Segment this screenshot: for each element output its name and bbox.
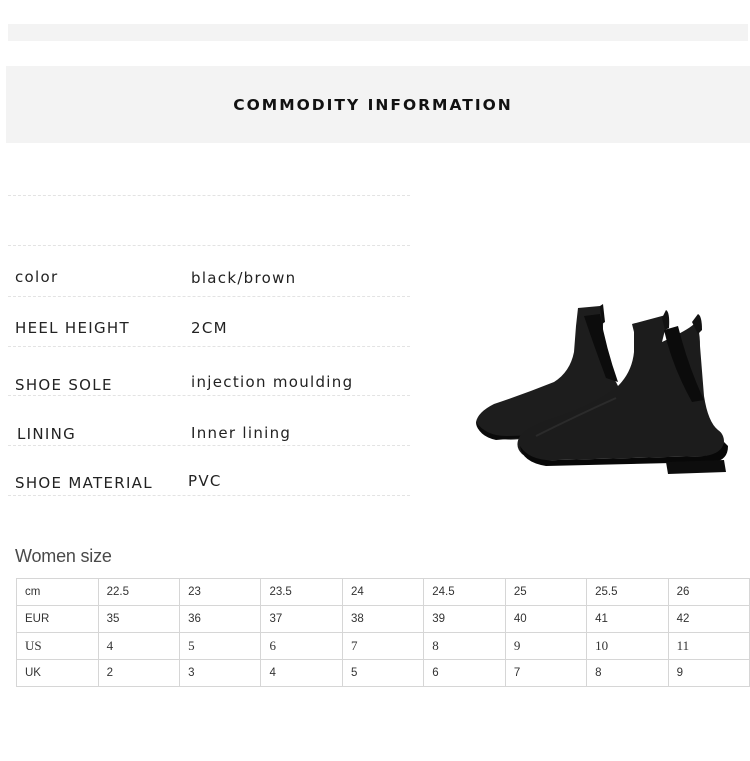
- size-cell: 25: [504, 578, 588, 606]
- attribute-value: PVC: [188, 472, 222, 490]
- size-cell: 42: [667, 605, 750, 633]
- size-cell: 4: [260, 659, 343, 687]
- table-row: EUR 35 36 37 38 39 40 41 42: [16, 605, 750, 633]
- row-header: cm: [16, 578, 99, 606]
- size-cell: 40: [504, 605, 588, 633]
- size-cell: 25.5: [586, 578, 669, 606]
- divider-line: [8, 245, 410, 246]
- row-header: UK: [16, 659, 99, 687]
- section-header: COMMODITY INFORMATION: [6, 66, 750, 143]
- size-cell: 6: [423, 659, 506, 687]
- size-chart-title: Women size: [15, 546, 112, 566]
- table-row: UK 2 3 4 5 6 7 8 9: [16, 659, 750, 687]
- size-cell: 7: [504, 659, 588, 687]
- size-cell: 24.5: [423, 578, 506, 606]
- size-cell: 9: [667, 659, 750, 687]
- size-cell: 36: [179, 605, 262, 633]
- chelsea-rain-boots-image: [476, 304, 728, 474]
- size-cell: 11: [667, 632, 750, 660]
- attribute-label: SHOE SOLE: [15, 376, 113, 394]
- attribute-label: LINING: [17, 425, 77, 443]
- size-cell: 22.5: [97, 578, 181, 606]
- size-cell: 37: [260, 605, 343, 633]
- divider-line: [8, 395, 410, 396]
- divider-line: [8, 195, 410, 196]
- row-header: EUR: [16, 605, 99, 633]
- size-cell: 8: [423, 632, 506, 660]
- size-cell: 23: [179, 578, 262, 606]
- size-cell: 41: [586, 605, 669, 633]
- attribute-label: HEEL HEIGHT: [15, 319, 130, 337]
- size-chart-table: cm 22.5 23 23.5 24 24.5 25 25.5 26 EUR 3…: [16, 578, 750, 687]
- size-cell: 6: [260, 632, 343, 660]
- size-cell: 24: [341, 578, 425, 606]
- size-cell: 38: [341, 605, 425, 633]
- divider-line: [8, 346, 410, 347]
- size-cell: 2: [97, 659, 181, 687]
- attribute-value: 2CM: [191, 319, 228, 337]
- section-title: COMMODITY INFORMATION: [233, 95, 513, 114]
- divider-line: [8, 296, 410, 297]
- table-row: cm 22.5 23 23.5 24 24.5 25 25.5 26: [16, 578, 750, 606]
- size-cell: 5: [341, 659, 425, 687]
- attribute-value: Inner lining: [191, 424, 292, 442]
- top-divider-strip: [8, 24, 748, 41]
- size-cell: 35: [97, 605, 181, 633]
- size-cell: 5: [179, 632, 262, 660]
- size-cell: 39: [423, 605, 506, 633]
- divider-line: [8, 495, 410, 496]
- size-cell: 3: [179, 659, 262, 687]
- size-cell: 26: [667, 578, 750, 606]
- size-cell: 8: [586, 659, 669, 687]
- size-cell: 10: [586, 632, 669, 660]
- attribute-label: SHOE MATERIAL: [15, 474, 153, 492]
- size-cell: 4: [97, 632, 181, 660]
- size-cell: 9: [504, 632, 588, 660]
- attribute-value: black/brown: [191, 269, 297, 287]
- table-row: US 4 5 6 7 8 9 10 11: [16, 632, 750, 660]
- attribute-value: injection moulding: [191, 373, 354, 391]
- row-header: US: [16, 632, 99, 660]
- attribute-label: color: [15, 268, 59, 286]
- divider-line: [8, 445, 410, 446]
- size-cell: 23.5: [260, 578, 343, 606]
- size-cell: 7: [341, 632, 425, 660]
